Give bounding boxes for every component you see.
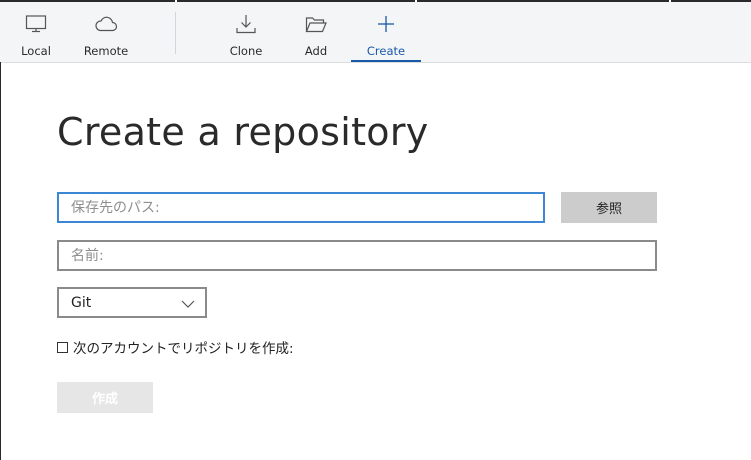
toolbar: Local Remote Clone Add Create	[0, 2, 751, 63]
create-with-account-option[interactable]: 次のアカウントでリポジトリを作成:	[57, 338, 294, 357]
tab-local-label: Local	[21, 44, 51, 58]
tab-create-label: Create	[366, 44, 406, 58]
toolbar-divider	[175, 12, 176, 54]
folder-open-icon	[305, 14, 327, 34]
tab-create[interactable]: Create	[351, 2, 421, 62]
create-button[interactable]: 作成	[57, 382, 153, 413]
download-icon	[235, 14, 257, 34]
tab-add[interactable]: Add	[296, 2, 336, 62]
plus-icon	[377, 14, 395, 34]
window-left-edge	[0, 62, 1, 460]
tab-clone-label: Clone	[229, 44, 263, 58]
create-with-account-label: 次のアカウントでリポジトリを作成:	[73, 341, 294, 357]
vcs-type-value: Git	[71, 294, 92, 311]
repository-name-input[interactable]	[57, 240, 657, 271]
cloud-icon	[94, 14, 118, 34]
tab-remote-label: Remote	[83, 44, 129, 58]
tab-remote[interactable]: Remote	[78, 2, 134, 62]
tab-local[interactable]: Local	[12, 2, 60, 62]
page-title: Create a repository	[57, 110, 429, 154]
tab-clone[interactable]: Clone	[222, 2, 270, 62]
vcs-type-select[interactable]: Git	[57, 287, 207, 318]
tab-add-label: Add	[304, 44, 328, 58]
monitor-icon	[25, 14, 47, 34]
active-tab-indicator	[351, 60, 421, 62]
create-with-account-checkbox[interactable]	[57, 341, 68, 353]
repository-path-input[interactable]	[57, 192, 545, 223]
browse-button[interactable]: 参照	[561, 192, 657, 223]
chevron-down-icon	[181, 293, 195, 312]
